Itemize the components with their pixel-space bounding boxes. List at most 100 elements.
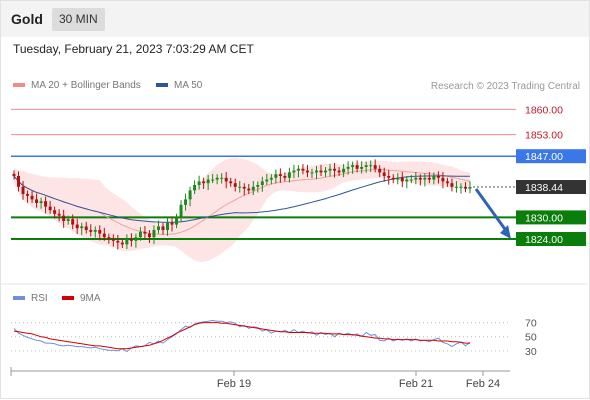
level-label: 1824.00 (525, 234, 563, 246)
candle-body (152, 230, 156, 238)
candle-body (441, 177, 445, 182)
candle-body (409, 179, 413, 181)
candle-body (125, 239, 129, 245)
candle-body (459, 186, 463, 188)
level-label: 1853.00 (525, 130, 563, 142)
candle-body (450, 183, 454, 187)
candle-body (305, 170, 309, 173)
candle-body (256, 185, 260, 187)
candle-body (360, 167, 364, 169)
candle-body (75, 224, 79, 229)
candle-body (156, 226, 160, 230)
candle-body (242, 186, 246, 189)
candle-body (436, 176, 440, 178)
rsi-line (13, 319, 471, 353)
candle-body (301, 168, 305, 171)
candle-body (161, 226, 165, 230)
rsi-tick-label: 70 (525, 318, 537, 330)
candle-body (66, 219, 70, 221)
candle-body (296, 168, 300, 171)
candle-body (84, 226, 88, 230)
candle-body (333, 168, 337, 171)
candle-body (405, 179, 409, 182)
candle-body (351, 165, 355, 167)
candle-body (206, 179, 210, 184)
candle-body (120, 242, 124, 245)
candle-body (30, 195, 34, 200)
candle-body (111, 239, 115, 241)
candle-body (53, 210, 57, 214)
candle-body (319, 170, 323, 173)
time-tick-label: Feb 21 (399, 378, 433, 390)
level-label: 1860.00 (525, 104, 563, 116)
candle-body (48, 206, 52, 211)
candle-body (287, 172, 291, 178)
candle-body (211, 179, 215, 181)
candle-body (283, 176, 287, 178)
candle-body (116, 240, 120, 243)
candle-body (62, 215, 66, 221)
candle-body (71, 219, 75, 225)
candle-body (328, 168, 332, 171)
candle-body (57, 213, 61, 216)
candle-body (17, 176, 21, 187)
candle-body (184, 199, 188, 205)
candle-body (93, 230, 97, 232)
candle-body (175, 217, 179, 225)
gold-chart[interactable]: 1860.00 1853.00 1847.00 1830.00 1824.00 1838.… (0, 0, 590, 400)
rsi-tick-label: 50 (525, 332, 537, 344)
candle-body (468, 187, 472, 189)
candle-body (35, 199, 39, 203)
candle-body (44, 201, 48, 207)
candle-body (387, 176, 391, 178)
candle-body (188, 190, 192, 200)
candle-body (229, 181, 233, 184)
candle-body (337, 170, 341, 173)
level-label: 1847.00 (525, 151, 563, 163)
candle-body (170, 222, 174, 225)
candle-body (143, 231, 147, 234)
candle-body (369, 165, 373, 167)
candle-body (418, 177, 422, 180)
candle-body (238, 186, 242, 188)
candle-body (233, 183, 237, 187)
candle-body (292, 170, 296, 173)
candle-body (39, 201, 43, 203)
candle-body (202, 181, 206, 184)
candle-body (26, 194, 30, 196)
candle-body (355, 165, 359, 169)
candle-body (310, 172, 314, 174)
candle-body (314, 170, 318, 173)
time-tick-label: Feb 24 (466, 378, 500, 390)
candle-body (102, 233, 106, 238)
candle-body (391, 177, 395, 180)
candle-body (342, 168, 346, 173)
forecast-arrow-shaft (474, 188, 509, 233)
candle-body (400, 177, 404, 182)
candle-body (98, 230, 102, 234)
candle-body (197, 181, 201, 185)
candle-body (463, 186, 467, 189)
candle-body (396, 177, 400, 180)
candle-body (432, 176, 436, 180)
candle-body (265, 179, 269, 182)
candle-body (445, 181, 449, 184)
candle-body (138, 231, 142, 238)
current-price-label: 1838.44 (525, 182, 563, 194)
rsi-tick-label: 30 (525, 346, 537, 358)
candle-body (147, 233, 151, 238)
candle-body (382, 172, 386, 176)
candle-body (80, 226, 84, 229)
candle-body (260, 181, 264, 185)
candle-body (166, 222, 170, 230)
candle-body (427, 177, 431, 180)
candle-body (179, 204, 183, 218)
bollinger-band (14, 157, 470, 262)
time-tick-label: Feb 19 (217, 378, 251, 390)
candle-body (129, 239, 133, 241)
candle-body (274, 174, 278, 178)
candle-body (414, 177, 418, 180)
candle-body (423, 177, 427, 180)
candle-body (278, 174, 282, 176)
candle-body (220, 177, 224, 179)
